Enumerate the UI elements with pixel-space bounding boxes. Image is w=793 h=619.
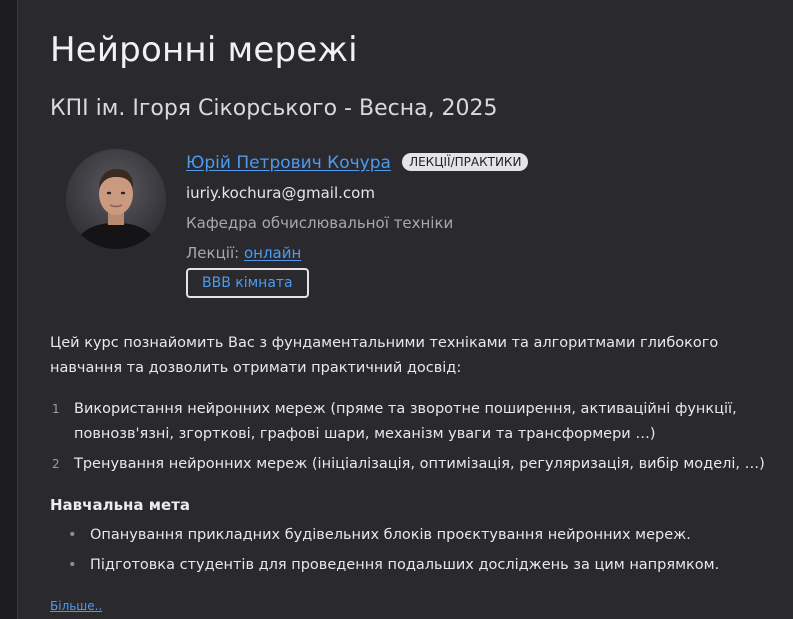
instructor-name-link[interactable]: Юрій Петрович Кочура — [186, 153, 391, 173]
list-item: 1 Використання нейронних мереж (пряме та… — [50, 397, 775, 447]
list-number: 1 — [52, 402, 60, 416]
instructor-photo — [66, 149, 166, 249]
course-intro: Цей курс познайомить Вас з фундаментальн… — [50, 335, 719, 376]
list-item: • Підготовка студентів для проведення по… — [66, 553, 766, 578]
goals-list: • Опанування прикладних будівельних блок… — [66, 523, 766, 583]
more-link[interactable]: Більше.. — [50, 599, 102, 613]
course-subtitle: КПІ ім. Ігоря Сікорського - Весна, 2025 — [50, 96, 498, 121]
bbb-room-button[interactable]: BBB кімната — [186, 268, 309, 298]
instructor-email: iuriy.kochura@gmail.com — [186, 184, 375, 202]
lectures-label: Лекції: — [186, 244, 240, 262]
goal-heading: Навчальна мета — [50, 496, 191, 514]
avatar — [66, 149, 166, 249]
instructor-department: Кафедра обчислювальної техніки — [186, 214, 454, 232]
instructor-name-row: Юрій Петрович Кочура ЛЕКЦІЇ/ПРАКТИКИ — [186, 153, 529, 173]
page-title: Нейронні мережі — [50, 30, 358, 70]
list-item: • Опанування прикладних будівельних блок… — [66, 523, 766, 548]
list-item-text: Підготовка студентів для проведення пода… — [90, 557, 720, 573]
list-item-text: Використання нейронних мереж (пряме та з… — [74, 401, 737, 442]
bullet-icon: • — [68, 557, 77, 573]
lectures-online-link[interactable]: онлайн — [244, 244, 301, 262]
list-number: 2 — [52, 457, 60, 471]
bullet-icon: • — [68, 527, 77, 543]
role-badge: ЛЕКЦІЇ/ПРАКТИКИ — [402, 153, 529, 171]
list-item-text: Тренування нейронних мереж (ініціалізаці… — [74, 456, 765, 472]
list-item: 2 Тренування нейронних мереж (ініціаліза… — [50, 452, 775, 477]
topics-list: 1 Використання нейронних мереж (пряме та… — [50, 397, 775, 482]
lectures-info: Лекції: онлайн — [186, 244, 301, 262]
list-item-text: Опанування прикладних будівельних блоків… — [90, 527, 691, 543]
